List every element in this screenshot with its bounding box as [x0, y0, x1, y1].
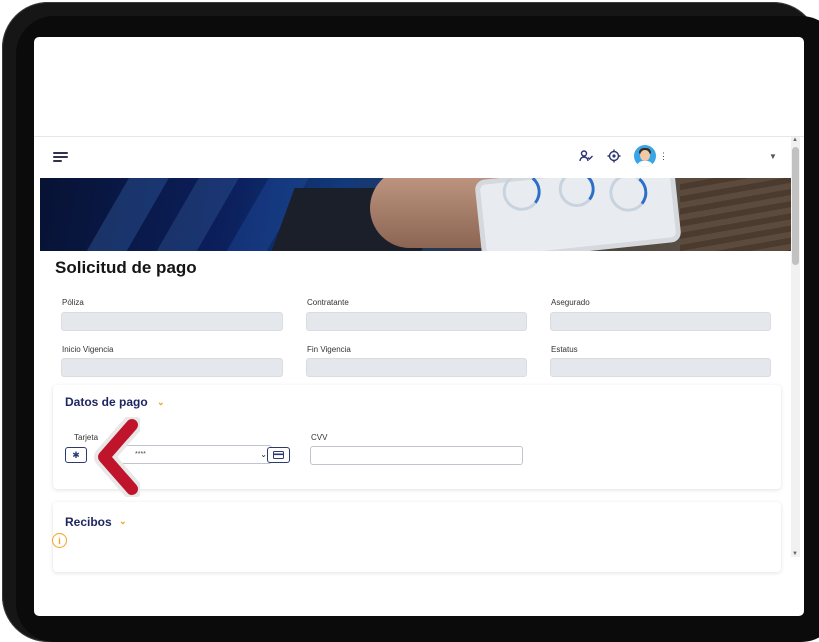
scroll-up-arrow-icon[interactable]: ▲ — [792, 137, 798, 143]
cvv-label: CVV — [311, 433, 328, 442]
poliza-field[interactable] — [61, 312, 283, 331]
estatus-label: Estatus — [551, 345, 578, 354]
inicio-vigencia-label: Inicio Vigencia — [62, 345, 114, 354]
page-title: Solicitud de pago — [55, 258, 197, 277]
scroll-down-arrow-icon[interactable]: ▼ — [792, 551, 798, 557]
settings-target-icon[interactable] — [607, 149, 621, 166]
receipts-section-title[interactable]: Recibos — [65, 515, 112, 529]
contratante-label: Contratante — [307, 298, 349, 307]
more-vertical-icon[interactable]: ⋮ — [659, 151, 668, 162]
payment-section-title[interactable]: Datos de pago — [65, 395, 148, 409]
hamburger-menu-icon[interactable] — [53, 152, 68, 164]
top-app-bar: ⋮ ▼ — [34, 136, 804, 178]
hero-banner-image — [40, 178, 791, 251]
select-chevron-icon: ⌄ — [260, 450, 267, 459]
estatus-field[interactable] — [550, 358, 771, 377]
cvv-input[interactable] — [310, 446, 523, 465]
vertical-scrollbar[interactable]: ▲ ▼ — [791, 137, 800, 557]
fin-vigencia-label: Fin Vigencia — [307, 345, 351, 354]
pointer-chevron-marker — [94, 417, 140, 497]
chevron-down-icon[interactable]: ⌄ — [157, 397, 165, 408]
asegurado-label: Asegurado — [551, 298, 590, 307]
contratante-field[interactable] — [306, 312, 527, 331]
user-check-icon[interactable] — [579, 149, 593, 166]
gear-icon: ✱ — [72, 449, 80, 460]
scrollbar-thumb[interactable] — [792, 147, 799, 265]
credit-card-icon — [273, 451, 284, 459]
card-add-button[interactable] — [267, 447, 290, 463]
fin-vigencia-field[interactable] — [306, 358, 527, 377]
card-settings-button[interactable]: ✱ — [65, 447, 87, 463]
asegurado-field[interactable] — [550, 312, 771, 331]
receipts-card — [53, 502, 781, 572]
caret-down-icon[interactable]: ▼ — [769, 152, 777, 161]
app-screen: ⋮ ▼ ▲ ▼ Solicitud de pago Póliza Contrat… — [34, 37, 804, 616]
avatar[interactable] — [634, 145, 656, 167]
receipts-chevron-down-icon[interactable]: ⌄ — [119, 516, 127, 527]
info-icon[interactable]: i — [52, 533, 67, 548]
poliza-label: Póliza — [62, 298, 84, 307]
inicio-vigencia-field[interactable] — [61, 358, 283, 377]
